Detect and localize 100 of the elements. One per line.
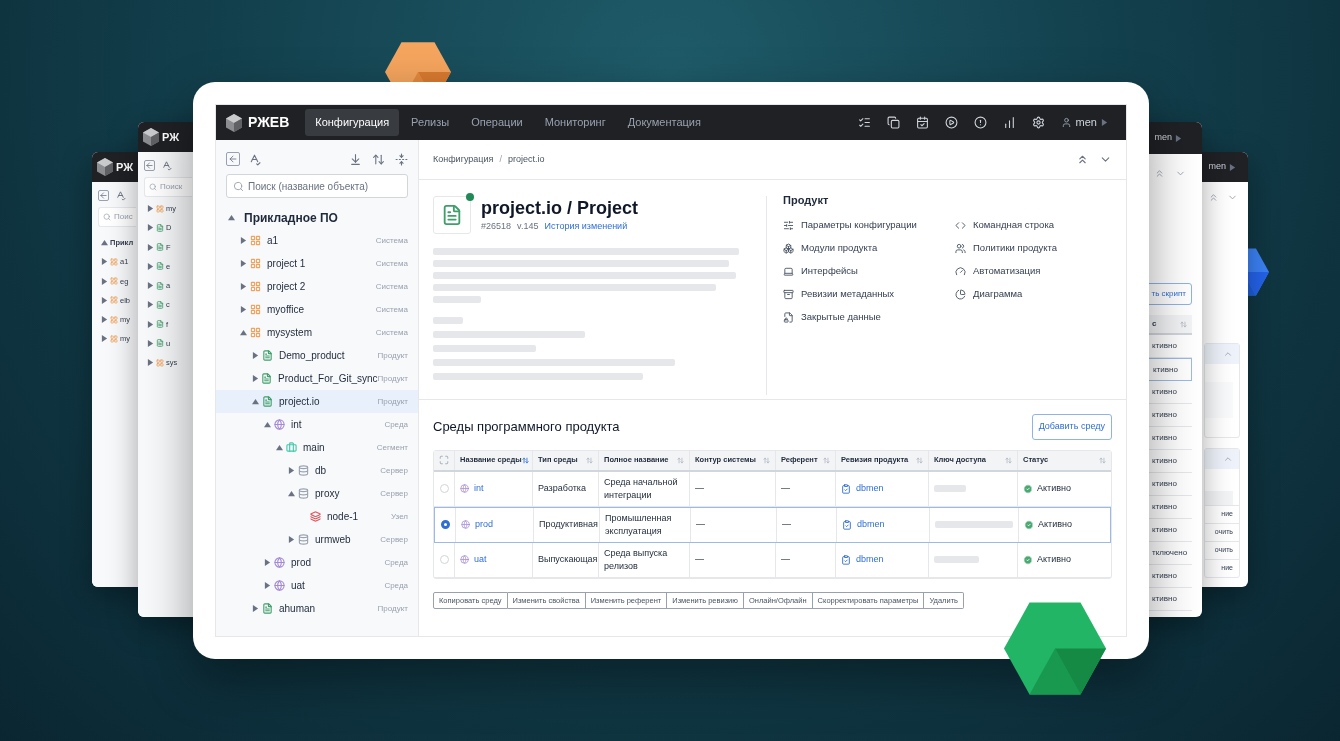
tree-item-type: Сегмент <box>376 441 408 454</box>
tree-item-label: db <box>315 464 327 478</box>
object-id: #26518 <box>481 220 512 234</box>
column-header[interactable]: с <box>1152 318 1157 330</box>
status-text: ктивно <box>1152 340 1177 352</box>
tree-item[interactable]: int Среда <box>216 413 418 436</box>
logo-text: РЖЕВ <box>248 113 290 132</box>
tree-item-type: Система <box>375 280 408 293</box>
tree-item-type: Продукт <box>377 372 408 383</box>
user-menu[interactable]: men <box>1060 114 1116 131</box>
nav-tab[interactable]: Мониторинг <box>534 109 616 136</box>
tree-item-label: main <box>303 441 325 455</box>
table-cell: Продуктивная <box>533 508 599 542</box>
tree-item-label: mysystem <box>267 326 312 340</box>
table-cell: Среда начальной интеграции <box>598 471 689 506</box>
tree-item-type: Продукт <box>377 349 408 362</box>
table-row[interactable]: int Разработка Среда начальной интеграции — — dbmen Активно <box>434 471 1111 507</box>
tree-item-type: Среда <box>384 556 408 569</box>
tree-item[interactable]: prod Среда <box>216 551 418 574</box>
status-text: ктивно <box>1152 570 1177 582</box>
nav-tab[interactable]: Документация <box>617 109 711 136</box>
tree-item[interactable]: Product_For_Git_syncПродукт <box>216 367 418 390</box>
tree-item-type: Система <box>375 303 408 316</box>
status-text: ктивно <box>1152 501 1177 513</box>
tree-item-type: Сервер <box>380 533 408 546</box>
tree-item[interactable]: proxy Сервер <box>216 482 418 505</box>
tree-item-label: int <box>291 418 302 432</box>
status-text: ктивно <box>1152 386 1177 398</box>
revision-link[interactable]: dbmen <box>857 518 885 532</box>
product-link[interactable]: Интерфейсы <box>783 264 955 279</box>
tree-item-type: Продукт <box>377 395 408 408</box>
tree-item[interactable]: urmweb Сервер <box>216 528 418 551</box>
tree-item[interactable]: uat Среда <box>216 574 418 597</box>
table-cell: — <box>689 542 775 577</box>
tree-item-label: prod <box>291 556 311 570</box>
status-text: ктивно <box>1152 478 1177 490</box>
tree-item[interactable]: ahuman Продукт <box>216 597 418 620</box>
environment-link[interactable]: int <box>474 482 484 496</box>
tree-item[interactable]: node-1 Узел <box>216 505 418 528</box>
object-version: v.145 <box>517 220 539 234</box>
tree-item[interactable]: project 2 Система <box>216 275 418 298</box>
nav-tab[interactable]: Релизы <box>401 109 460 136</box>
product-link[interactable]: Диаграмма <box>955 287 1126 302</box>
tree-item[interactable]: a1 Система <box>216 229 418 252</box>
section-heading: Продукт <box>783 193 830 208</box>
table-cell: — <box>775 471 835 506</box>
product-link[interactable]: Командная строка <box>955 218 1126 233</box>
table-cell: — <box>775 542 835 577</box>
breadcrumb-link[interactable]: Конфигурация <box>433 152 494 167</box>
product-link[interactable]: Политики продукта <box>955 241 1126 256</box>
status-text: ктивно <box>1152 455 1177 467</box>
tree-item-type: Система <box>375 257 408 270</box>
tree-item-type: Продукт <box>377 602 408 615</box>
tree-item-type: Система <box>375 234 408 247</box>
revision-link[interactable]: dbmen <box>856 482 884 496</box>
search-field[interactable]: Поиск (название объекта) <box>226 174 408 198</box>
product-link[interactable]: Модули продукта <box>783 241 955 256</box>
status-text: ктивно <box>1153 363 1178 376</box>
tree-item[interactable]: myoffice Система <box>216 298 418 321</box>
product-link[interactable]: Закрытые данные <box>783 310 955 325</box>
tree-item-label: a1 <box>267 234 279 248</box>
tree-item-label: ahuman <box>279 602 316 616</box>
revision-link[interactable]: dbmen <box>856 553 884 567</box>
status-text: ктивно <box>1152 432 1177 444</box>
table-cell: Промышленная эксплуатация <box>599 508 690 542</box>
breadcrumb-link[interactable]: project.io <box>507 152 545 167</box>
tree-item[interactable]: main Сегмент <box>216 436 418 459</box>
tree-item[interactable]: mysystem Система <box>216 321 418 344</box>
tree-item-label: urmweb <box>315 533 351 547</box>
add-environment-button[interactable]: Добавить среду <box>1031 414 1112 440</box>
tree-item-label: project.io <box>279 395 320 409</box>
status-text: Активно <box>1037 482 1071 495</box>
status-text: ктивно <box>1152 593 1177 605</box>
user-name[interactable]: men <box>1154 131 1172 145</box>
product-link[interactable]: Ревизии метаданных <box>783 287 955 302</box>
tree-item-type: Сервер <box>380 487 408 500</box>
tree-item-label: myoffice <box>267 303 305 317</box>
tree-item[interactable]: project.io Продукт <box>216 390 418 413</box>
table-cell: Среда выпуска релизов <box>598 542 689 577</box>
tree-item[interactable]: project 1 Система <box>216 252 418 275</box>
status-text: тключено <box>1152 547 1188 559</box>
tree-item-label: node-1 <box>327 510 359 524</box>
nav-tab[interactable]: Операции <box>461 109 533 136</box>
breadcrumb-separator: / <box>499 152 502 166</box>
history-link[interactable]: История изменений <box>544 220 628 234</box>
tree-item-label: proxy <box>315 487 340 501</box>
tree-item[interactable]: db Сервер <box>216 459 418 482</box>
tree-item[interactable]: Прикладное ПО <box>216 206 418 229</box>
user-name[interactable]: men <box>1208 160 1226 174</box>
nav-tab[interactable]: Конфигурация <box>305 109 400 136</box>
tree-item[interactable]: Demo_product Продукт <box>216 344 418 367</box>
tree-item-label: Product_For_Git_sync <box>278 372 378 386</box>
product-link[interactable]: Параметры конфигурации <box>783 218 955 233</box>
environment-link[interactable]: prod <box>475 518 493 532</box>
environment-link[interactable]: uat <box>474 553 487 567</box>
logo-text: РЖ <box>162 129 180 145</box>
tree-item-label: project 1 <box>267 257 306 271</box>
product-link[interactable]: Автоматизация <box>955 264 1126 279</box>
table-cell: — <box>690 508 776 542</box>
tree-item-label: project 2 <box>267 280 306 294</box>
